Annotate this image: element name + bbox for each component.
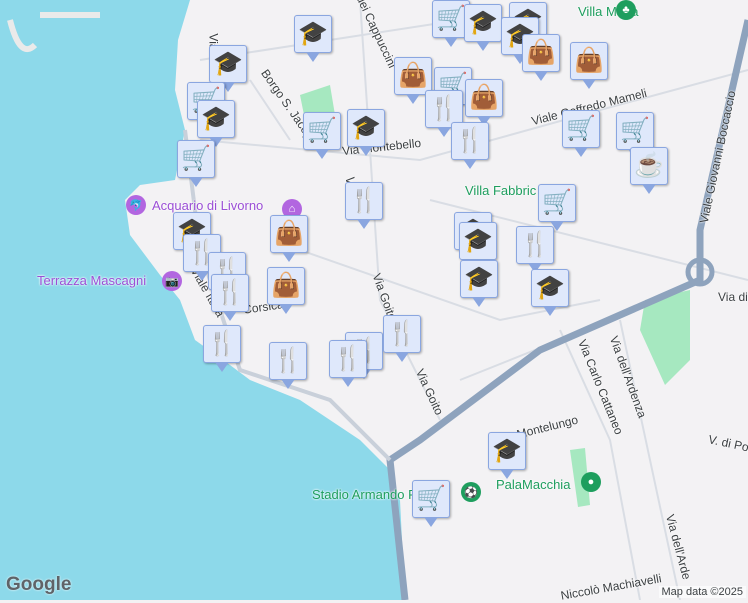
bag-icon: 👜 [574,47,604,74]
park-pin-icon[interactable]: ♣ [616,0,636,20]
school-marker[interactable]: 🎓 [460,260,498,307]
bag-icon: 👜 [469,84,499,111]
camera-pin-icon[interactable]: 📷 [162,271,182,291]
restaurant-icon: 🍴 [387,320,417,347]
school-icon: 🎓 [535,274,565,301]
restaurant-icon: 🍴 [429,95,459,122]
school-marker[interactable]: 🎓 [459,222,497,269]
stadium-pin-icon[interactable]: ● [581,472,601,492]
bag-marker[interactable]: 👜 [570,42,608,89]
bag-marker[interactable]: 👜 [270,215,308,262]
label-terrazza[interactable]: Terrazza Mascagni [37,273,146,288]
label-villa-fabbricotti[interactable]: Villa Fabbric [465,183,536,198]
bag-icon: 👜 [526,39,556,66]
school-icon: 🎓 [213,50,243,77]
restaurant-icon: 🍴 [273,347,303,374]
school-icon: 🎓 [463,227,493,254]
school-icon: 🎓 [201,105,231,132]
restaurant-marker[interactable]: 🍴 [516,226,554,273]
bag-marker[interactable]: 👜 [522,34,560,81]
google-logo[interactable]: Google [6,574,71,596]
cart-icon: 🛒 [436,5,466,32]
restaurant-marker[interactable]: 🍴 [211,274,249,321]
school-marker[interactable]: 🎓 [531,269,569,316]
map-attribution[interactable]: Map data ©2025 [658,586,746,598]
school-marker[interactable]: 🎓 [464,4,502,51]
restaurant-icon: 🍴 [333,345,363,372]
school-marker[interactable]: 🎓 [347,109,385,156]
restaurant-icon: 🍴 [207,330,237,357]
bag-marker[interactable]: 👜 [465,79,503,126]
cart-icon: 🛒 [542,189,572,216]
school-icon: 🎓 [492,437,522,464]
cart-icon: 🛒 [620,117,650,144]
cart-marker[interactable]: 🛒 [412,480,450,527]
restaurant-marker[interactable]: 🍴 [383,315,421,362]
stadium-pin-icon[interactable]: ⚽ [461,482,481,502]
school-marker[interactable]: 🎓 [294,15,332,62]
restaurant-marker[interactable]: 🍴 [345,182,383,229]
cart-marker[interactable]: 🛒 [538,184,576,231]
school-icon: 🎓 [464,265,494,292]
cart-marker[interactable]: 🛒 [616,112,654,159]
restaurant-icon: 🍴 [349,187,379,214]
school-marker[interactable]: 🎓 [197,100,235,147]
restaurant-marker[interactable]: 🍴 [203,325,241,372]
label-acquario[interactable]: Acquario di Livorno [152,198,263,213]
school-marker[interactable]: 🎓 [488,432,526,479]
cup-marker[interactable]: ☕ [630,147,668,194]
cup-icon: ☕ [634,152,664,179]
aquarium-pin-icon[interactable]: 🐬 [126,195,146,215]
bag-icon: 👜 [274,220,304,247]
restaurant-icon: 🍴 [455,127,485,154]
cart-icon: 🛒 [566,115,596,142]
bag-marker[interactable]: 👜 [267,267,305,314]
restaurant-icon: 🍴 [520,231,550,258]
bag-icon: 👜 [398,62,428,89]
restaurant-marker[interactable]: 🍴 [269,342,307,389]
cart-icon: 🛒 [307,117,337,144]
cart-icon: 🛒 [416,485,446,512]
label-palamacchia[interactable]: PalaMacchia [496,477,570,492]
school-icon: 🎓 [468,9,498,36]
cart-icon: 🛒 [181,145,211,172]
label-via-di: Via di [718,290,748,304]
restaurant-marker[interactable]: 🍴 [329,340,367,387]
cart-marker[interactable]: 🛒 [303,112,341,159]
cart-marker[interactable]: 🛒 [177,140,215,187]
bag-icon: 👜 [271,272,301,299]
school-icon: 🎓 [351,114,381,141]
restaurant-marker[interactable]: 🍴 [451,122,489,169]
school-marker[interactable]: 🎓 [209,45,247,92]
restaurant-icon: 🍴 [215,279,245,306]
school-icon: 🎓 [298,20,328,47]
cart-marker[interactable]: 🛒 [562,110,600,157]
